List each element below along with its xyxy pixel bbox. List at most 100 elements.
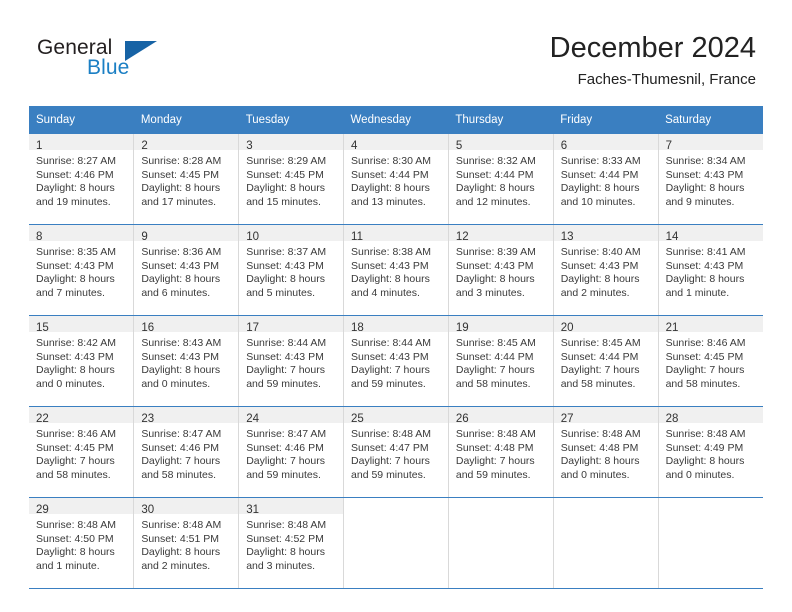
calendar-day-cell[interactable]: 8 Sunrise: 8:35 AM Sunset: 4:43 PM Daylight… xyxy=(29,224,135,316)
calendar-day-cell-empty xyxy=(343,497,449,589)
day-number: 14 xyxy=(665,231,679,243)
calendar-day-cell[interactable]: 19 Sunrise: 8:45 AM Sunset: 4:44 PM Dayligh… xyxy=(448,315,554,407)
daylight-duration-line1: Daylight: 7 hours xyxy=(560,364,640,377)
daylight-duration-line1: Daylight: 8 hours xyxy=(246,182,325,195)
day-number-band: 27 xyxy=(553,407,658,425)
calendar-week-row: 8 Sunrise: 8:35 AM Sunset: 4:43 PM Daylight… xyxy=(29,224,763,316)
calendar-day-cell[interactable]: 15 Sunrise: 8:42 AM Sunset: 4:43 PM Dayligh… xyxy=(29,315,135,407)
day-number: 27 xyxy=(560,413,574,425)
weekday-header-monday: Monday xyxy=(133,106,239,134)
day-number-band: 12 xyxy=(448,225,553,243)
daylight-duration-line1: Daylight: 7 hours xyxy=(351,364,430,377)
calendar-day-cell[interactable]: 18 Sunrise: 8:44 AM Sunset: 4:43 PM Dayligh… xyxy=(343,315,449,407)
day-number-band xyxy=(554,498,658,514)
day-number: 18 xyxy=(351,322,364,334)
calendar-day-cell[interactable]: 30 Sunrise: 8:48 AM Sunset: 4:51 PM Dayligh… xyxy=(133,497,240,589)
calendar-day-cell[interactable]: 31 Sunrise: 8:48 AM Sunset: 4:52 PM Dayligh… xyxy=(238,497,345,589)
sunrise-time: Sunrise: 8:28 AM xyxy=(141,155,222,167)
calendar-day-cell[interactable]: 21 Sunrise: 8:46 AM Sunset: 4:45 PM Dayligh… xyxy=(658,315,763,407)
sunrise-time: Sunrise: 8:29 AM xyxy=(246,155,327,167)
day-number-band: 22 xyxy=(29,407,134,425)
calendar-day-cell[interactable]: 10 Sunrise: 8:37 AM Sunset: 4:43 PM Dayligh… xyxy=(238,224,345,316)
day-number: 21 xyxy=(665,322,679,334)
sunrise-time: Sunrise: 8:48 AM xyxy=(455,428,536,440)
day-number-band xyxy=(344,498,448,514)
daylight-duration-line2: and 59 minutes. xyxy=(351,468,426,481)
calendar-day-cell[interactable]: 14 Sunrise: 8:41 AM Sunset: 4:43 PM Dayligh… xyxy=(658,224,763,316)
day-cell-details: Sunrise: 8:48 AM Sunset: 4:49 PM Daylight:… xyxy=(659,423,763,482)
daylight-duration-line2: and 2 minutes. xyxy=(560,286,630,299)
calendar-day-cell[interactable]: 25 Sunrise: 8:48 AM Sunset: 4:47 PM Dayligh… xyxy=(343,406,449,498)
calendar-day-cell[interactable]: 12 Sunrise: 8:39 AM Sunset: 4:43 PM Dayligh… xyxy=(448,224,554,316)
day-number: 31 xyxy=(246,504,259,516)
calendar-day-cell[interactable]: 4 Sunrise: 8:30 AM Sunset: 4:44 PM Daylight… xyxy=(343,134,449,225)
calendar-day-cell[interactable]: 2 Sunrise: 8:28 AM Sunset: 4:45 PM Daylight… xyxy=(133,134,240,225)
daylight-duration-line1: Daylight: 8 hours xyxy=(560,273,640,286)
general-blue-logo[interactable]: General Blue xyxy=(37,36,197,84)
calendar-day-cell[interactable]: 1 Sunrise: 8:27 AM Sunset: 4:46 PM Daylight… xyxy=(29,134,135,225)
calendar-day-cell[interactable]: 24 Sunrise: 8:47 AM Sunset: 4:46 PM Dayligh… xyxy=(238,406,345,498)
calendar-day-cell[interactable]: 22 Sunrise: 8:46 AM Sunset: 4:45 PM Dayligh… xyxy=(29,406,135,498)
daylight-duration-line1: Daylight: 8 hours xyxy=(351,182,430,195)
daylight-duration-line2: and 58 minutes. xyxy=(455,377,531,390)
day-cell-details: Sunrise: 8:36 AM Sunset: 4:43 PM Daylight:… xyxy=(134,241,238,300)
calendar-day-cell[interactable]: 23 Sunrise: 8:47 AM Sunset: 4:46 PM Dayligh… xyxy=(133,406,240,498)
day-cell-details: Sunrise: 8:44 AM Sunset: 4:43 PM Daylight:… xyxy=(239,332,343,391)
daylight-duration-line1: Daylight: 8 hours xyxy=(141,364,221,377)
calendar-day-cell[interactable]: 27 Sunrise: 8:48 AM Sunset: 4:48 PM Dayligh… xyxy=(553,406,659,498)
calendar-day-cell[interactable]: 16 Sunrise: 8:43 AM Sunset: 4:43 PM Dayligh… xyxy=(133,315,240,407)
day-number-band: 8 xyxy=(29,225,134,243)
calendar-day-cell[interactable]: 17 Sunrise: 8:44 AM Sunset: 4:43 PM Dayligh… xyxy=(238,315,345,407)
calendar-day-cell[interactable]: 26 Sunrise: 8:48 AM Sunset: 4:48 PM Dayligh… xyxy=(448,406,554,498)
daylight-duration-line1: Daylight: 7 hours xyxy=(455,455,535,468)
day-number-band: 26 xyxy=(448,407,553,425)
weekday-header-wednesday: Wednesday xyxy=(343,106,449,134)
page-title: December 2024 xyxy=(549,32,756,64)
calendar-day-cell[interactable]: 3 Sunrise: 8:29 AM Sunset: 4:45 PM Daylight… xyxy=(238,134,345,225)
sunrise-time: Sunrise: 8:45 AM xyxy=(455,337,536,349)
day-number-band: 3 xyxy=(239,134,344,152)
daylight-duration-line2: and 5 minutes. xyxy=(246,286,316,299)
day-number-band: 17 xyxy=(239,316,344,334)
calendar-day-cell[interactable]: 6 Sunrise: 8:33 AM Sunset: 4:44 PM Daylight… xyxy=(553,134,659,225)
daylight-duration-line2: and 15 minutes. xyxy=(246,195,321,208)
sunset-time: Sunset: 4:52 PM xyxy=(246,532,324,545)
calendar-day-cell[interactable]: 9 Sunrise: 8:36 AM Sunset: 4:43 PM Daylight… xyxy=(133,224,240,316)
sunset-time: Sunset: 4:44 PM xyxy=(455,168,534,181)
calendar-day-cell[interactable]: 11 Sunrise: 8:38 AM Sunset: 4:43 PM Dayligh… xyxy=(343,224,449,316)
calendar-day-cell[interactable]: 29 Sunrise: 8:48 AM Sunset: 4:50 PM Dayligh… xyxy=(29,497,135,589)
daylight-duration-line2: and 1 minute. xyxy=(36,559,100,572)
calendar-day-cell[interactable]: 20 Sunrise: 8:45 AM Sunset: 4:44 PM Dayligh… xyxy=(553,315,659,407)
day-number-band: 5 xyxy=(448,134,553,152)
sunrise-time: Sunrise: 8:46 AM xyxy=(665,337,746,349)
day-number-band: 18 xyxy=(344,316,448,334)
calendar-day-cell[interactable]: 13 Sunrise: 8:40 AM Sunset: 4:43 PM Dayligh… xyxy=(553,224,659,316)
sunset-time: Sunset: 4:48 PM xyxy=(560,441,639,454)
day-number: 26 xyxy=(455,413,469,425)
sunrise-time: Sunrise: 8:27 AM xyxy=(36,155,116,167)
weekday-header-thursday: Thursday xyxy=(448,106,554,134)
calendar-day-cell[interactable]: 7 Sunrise: 8:34 AM Sunset: 4:43 PM Daylight… xyxy=(658,134,763,225)
calendar-day-cell[interactable]: 5 Sunrise: 8:32 AM Sunset: 4:44 PM Daylight… xyxy=(448,134,554,225)
page-subtitle: Faches-Thumesnil, France xyxy=(577,71,756,88)
calendar-day-cell-empty xyxy=(448,497,554,589)
sunrise-time: Sunrise: 8:37 AM xyxy=(246,246,327,258)
day-number-band: 11 xyxy=(344,225,448,243)
daylight-duration-line1: Daylight: 8 hours xyxy=(560,455,640,468)
day-number-band: 15 xyxy=(29,316,134,334)
sunset-time: Sunset: 4:43 PM xyxy=(560,259,639,272)
day-number: 3 xyxy=(246,140,253,152)
sunset-time: Sunset: 4:44 PM xyxy=(455,350,534,363)
day-cell-details: Sunrise: 8:29 AM Sunset: 4:45 PM Daylight:… xyxy=(239,150,343,209)
sunrise-time: Sunrise: 8:48 AM xyxy=(141,519,222,531)
sunrise-time: Sunrise: 8:33 AM xyxy=(560,155,641,167)
calendar-page: General Blue December 2024 Faches-Thumes… xyxy=(0,0,792,612)
daylight-duration-line1: Daylight: 8 hours xyxy=(351,273,430,286)
day-number-band: 10 xyxy=(239,225,344,243)
calendar-day-cell[interactable]: 28 Sunrise: 8:48 AM Sunset: 4:49 PM Dayligh… xyxy=(658,406,763,498)
day-cell-details: Sunrise: 8:28 AM Sunset: 4:45 PM Daylight:… xyxy=(134,150,238,209)
day-number-band xyxy=(449,498,553,514)
sunset-time: Sunset: 4:44 PM xyxy=(560,168,639,181)
day-number: 7 xyxy=(665,140,672,152)
day-number: 22 xyxy=(36,413,49,425)
